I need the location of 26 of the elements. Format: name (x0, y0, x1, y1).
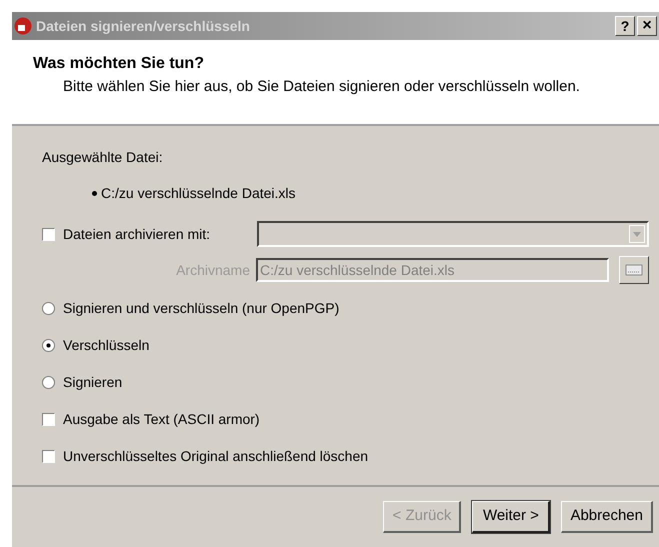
archive-name-label: Archivname (175, 260, 251, 280)
bullet-icon (92, 191, 97, 196)
archive-format-dropdown[interactable] (257, 221, 649, 247)
window-title: Dateien signieren/verschlüsseln (36, 16, 251, 36)
checkbox[interactable] (42, 450, 55, 463)
radio-button[interactable] (42, 339, 55, 352)
section-label: Ausgewählte Datei: (42, 148, 164, 167)
radio-label: Signieren (63, 373, 122, 392)
dialog-button[interactable]: Abbrechen (561, 501, 653, 533)
header-subtitle: Bitte wählen Sie hier aus, ob Sie Dateien signieren oder verschlüsseln wollen. (62, 77, 581, 97)
checkbox-label: Ausgabe als Text (ASCII armor) (63, 410, 260, 429)
checkbox[interactable] (42, 413, 55, 426)
browse-icon (625, 264, 643, 276)
checkbox-label: Dateien archivieren mit: (63, 224, 212, 244)
checkbox-label: Unverschlüsseltes Original anschließend löschen (63, 447, 368, 466)
browse-button[interactable] (619, 256, 649, 284)
radio-label: Signieren und verschlüsseln (nur OpenPGP) (63, 299, 340, 318)
close-button[interactable]: × (637, 16, 657, 36)
radio-button[interactable] (42, 376, 55, 389)
radio-label: Verschlüsseln (63, 336, 150, 355)
dialog-button[interactable]: Weiter > (472, 501, 550, 533)
help-button[interactable]: ? (615, 16, 635, 36)
radio-button[interactable] (42, 302, 55, 315)
file-path: C:/zu verschlüsselnde Datei.xls (101, 184, 296, 203)
app-icon (14, 17, 32, 35)
header-title: Was möchten Sie tun? (33, 54, 205, 74)
